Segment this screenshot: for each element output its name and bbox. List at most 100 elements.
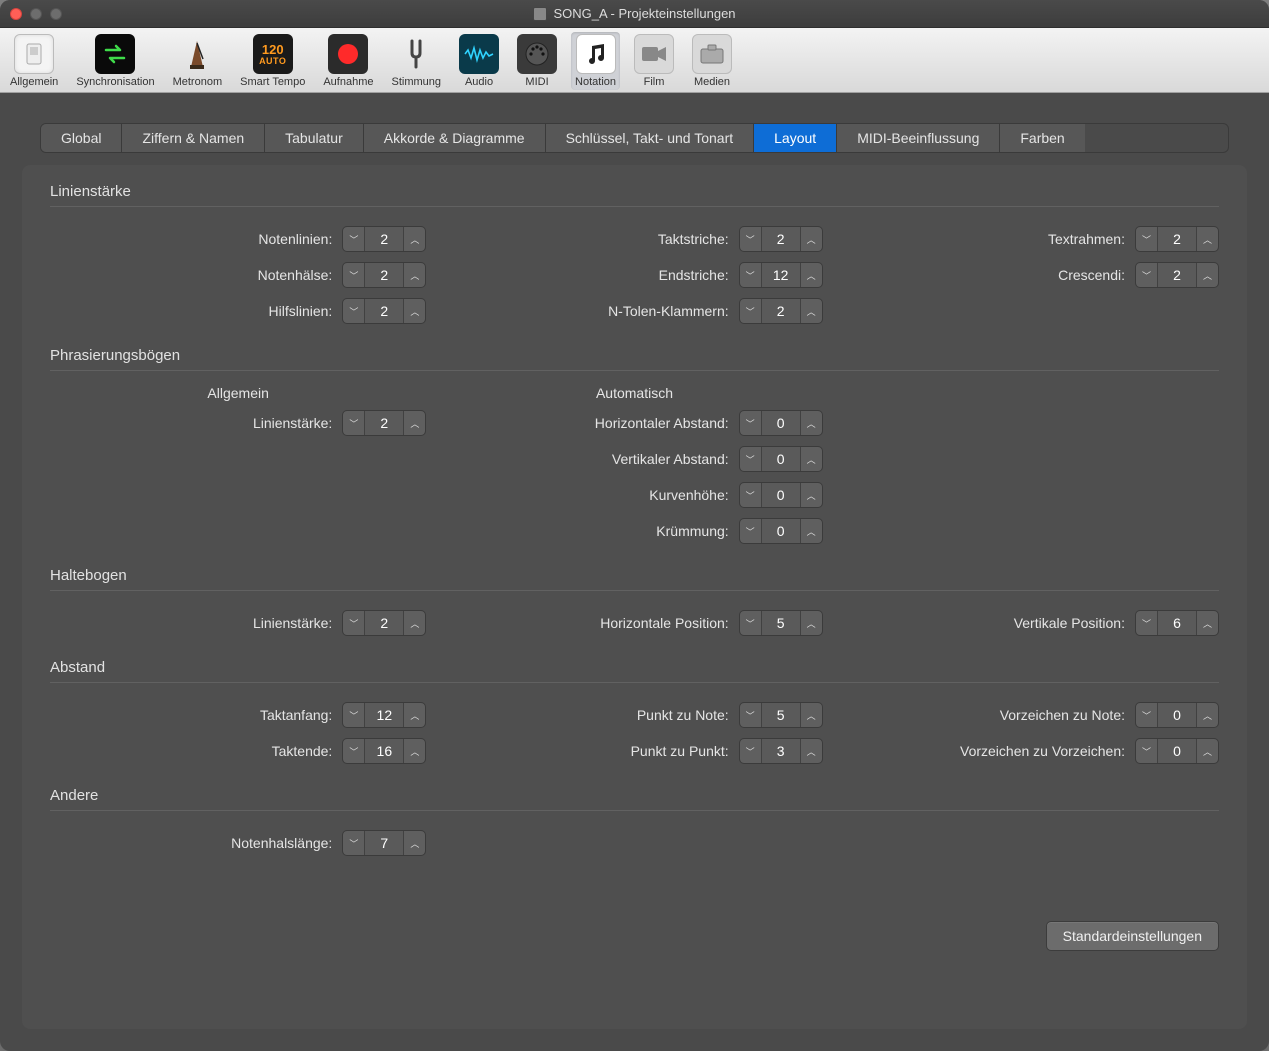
stepper-value[interactable]: 7 (365, 831, 403, 855)
defaults-button[interactable]: Standardeinstellungen (1046, 921, 1219, 951)
stepper-punkt-punkt[interactable]: ﹀ 3 ︿ (739, 738, 823, 764)
tab-farben[interactable]: Farben (1000, 124, 1084, 152)
stepper-value[interactable]: 0 (762, 447, 800, 471)
increment-button[interactable]: ︿ (800, 299, 822, 323)
increment-button[interactable]: ︿ (1196, 227, 1218, 251)
stepper-value[interactable]: 12 (365, 703, 403, 727)
increment-button[interactable]: ︿ (800, 739, 822, 763)
increment-button[interactable]: ︿ (403, 739, 425, 763)
decrement-button[interactable]: ﹀ (740, 739, 762, 763)
toolbar-item-synchronisation[interactable]: Synchronisation (72, 32, 158, 90)
stepper-value[interactable]: 2 (762, 227, 800, 251)
stepper-value[interactable]: 2 (365, 411, 403, 435)
stepper-value[interactable]: 0 (1158, 703, 1196, 727)
stepper-endstriche[interactable]: ﹀ 12 ︿ (739, 262, 823, 288)
increment-button[interactable]: ︿ (1196, 703, 1218, 727)
zoom-window-button[interactable] (50, 8, 62, 20)
decrement-button[interactable]: ﹀ (1136, 739, 1158, 763)
tab-midi-beeinflussung[interactable]: MIDI-Beeinflussung (837, 124, 1000, 152)
stepper-v-position[interactable]: ﹀ 6 ︿ (1135, 610, 1219, 636)
toolbar-item-audio[interactable]: Audio (455, 32, 503, 90)
decrement-button[interactable]: ﹀ (740, 519, 762, 543)
stepper-value[interactable]: 2 (1158, 263, 1196, 287)
stepper-kurvenhoehe[interactable]: ﹀ 0 ︿ (739, 482, 823, 508)
stepper-value[interactable]: 2 (365, 263, 403, 287)
increment-button[interactable]: ︿ (1196, 611, 1218, 635)
decrement-button[interactable]: ﹀ (740, 263, 762, 287)
decrement-button[interactable]: ﹀ (740, 611, 762, 635)
increment-button[interactable]: ︿ (403, 411, 425, 435)
toolbar-item-allgemein[interactable]: Allgemein (6, 32, 62, 90)
decrement-button[interactable]: ﹀ (343, 227, 365, 251)
stepper-vorz-note[interactable]: ﹀ 0 ︿ (1135, 702, 1219, 728)
decrement-button[interactable]: ﹀ (343, 703, 365, 727)
decrement-button[interactable]: ﹀ (740, 447, 762, 471)
stepper-kruemmung[interactable]: ﹀ 0 ︿ (739, 518, 823, 544)
tab-layout[interactable]: Layout (754, 124, 837, 152)
decrement-button[interactable]: ﹀ (343, 831, 365, 855)
increment-button[interactable]: ︿ (800, 703, 822, 727)
stepper-value[interactable]: 12 (762, 263, 800, 287)
increment-button[interactable]: ︿ (403, 611, 425, 635)
decrement-button[interactable]: ﹀ (740, 299, 762, 323)
stepper-value[interactable]: 5 (762, 611, 800, 635)
increment-button[interactable]: ︿ (800, 611, 822, 635)
toolbar-item-notation[interactable]: Notation (571, 32, 620, 90)
decrement-button[interactable]: ﹀ (1136, 611, 1158, 635)
stepper-value[interactable]: 2 (762, 299, 800, 323)
close-window-button[interactable] (10, 8, 22, 20)
increment-button[interactable]: ︿ (403, 227, 425, 251)
stepper-value[interactable]: 2 (365, 611, 403, 635)
minimize-window-button[interactable] (30, 8, 42, 20)
stepper-value[interactable]: 0 (762, 411, 800, 435)
stepper-taktende[interactable]: ﹀ 16 ︿ (342, 738, 426, 764)
stepper-value[interactable]: 5 (762, 703, 800, 727)
toolbar-item-smart-tempo[interactable]: 120 AUTO Smart Tempo (236, 32, 309, 90)
toolbar-item-medien[interactable]: Medien (688, 32, 736, 90)
decrement-button[interactable]: ﹀ (1136, 263, 1158, 287)
decrement-button[interactable]: ﹀ (343, 299, 365, 323)
tab-akkorde[interactable]: Akkorde & Diagramme (364, 124, 546, 152)
toolbar-item-midi[interactable]: MIDI (513, 32, 561, 90)
stepper-textrahmen[interactable]: ﹀ 2 ︿ (1135, 226, 1219, 252)
stepper-punkt-note[interactable]: ﹀ 5 ︿ (739, 702, 823, 728)
stepper-vorz-vorz[interactable]: ﹀ 0 ︿ (1135, 738, 1219, 764)
decrement-button[interactable]: ﹀ (343, 411, 365, 435)
stepper-notenhalslaenge[interactable]: ﹀ 7 ︿ (342, 830, 426, 856)
stepper-phr-linienstaerke[interactable]: ﹀ 2 ︿ (342, 410, 426, 436)
stepper-value[interactable]: 0 (762, 519, 800, 543)
tab-tabulatur[interactable]: Tabulatur (265, 124, 364, 152)
stepper-value[interactable]: 0 (1158, 739, 1196, 763)
toolbar-item-stimmung[interactable]: Stimmung (388, 32, 446, 90)
increment-button[interactable]: ︿ (800, 411, 822, 435)
toolbar-item-aufnahme[interactable]: Aufnahme (319, 32, 377, 90)
increment-button[interactable]: ︿ (800, 447, 822, 471)
decrement-button[interactable]: ﹀ (1136, 703, 1158, 727)
stepper-value[interactable]: 6 (1158, 611, 1196, 635)
stepper-notenlinien[interactable]: ﹀ 2 ︿ (342, 226, 426, 252)
stepper-h-abstand[interactable]: ﹀ 0 ︿ (739, 410, 823, 436)
stepper-h-position[interactable]: ﹀ 5 ︿ (739, 610, 823, 636)
toolbar-item-film[interactable]: Film (630, 32, 678, 90)
stepper-v-abstand[interactable]: ﹀ 0 ︿ (739, 446, 823, 472)
increment-button[interactable]: ︿ (1196, 739, 1218, 763)
stepper-hb-linienstaerke[interactable]: ﹀ 2 ︿ (342, 610, 426, 636)
decrement-button[interactable]: ﹀ (740, 227, 762, 251)
increment-button[interactable]: ︿ (403, 263, 425, 287)
increment-button[interactable]: ︿ (1196, 263, 1218, 287)
increment-button[interactable]: ︿ (800, 519, 822, 543)
increment-button[interactable]: ︿ (800, 227, 822, 251)
increment-button[interactable]: ︿ (403, 703, 425, 727)
stepper-crescendi[interactable]: ﹀ 2 ︿ (1135, 262, 1219, 288)
stepper-notenhaelse[interactable]: ﹀ 2 ︿ (342, 262, 426, 288)
increment-button[interactable]: ︿ (800, 263, 822, 287)
tab-ziffern[interactable]: Ziffern & Namen (122, 124, 265, 152)
stepper-hilfslinien[interactable]: ﹀ 2 ︿ (342, 298, 426, 324)
stepper-value[interactable]: 2 (365, 299, 403, 323)
decrement-button[interactable]: ﹀ (1136, 227, 1158, 251)
stepper-value[interactable]: 2 (1158, 227, 1196, 251)
decrement-button[interactable]: ﹀ (740, 483, 762, 507)
increment-button[interactable]: ︿ (403, 831, 425, 855)
decrement-button[interactable]: ﹀ (343, 263, 365, 287)
decrement-button[interactable]: ﹀ (343, 739, 365, 763)
